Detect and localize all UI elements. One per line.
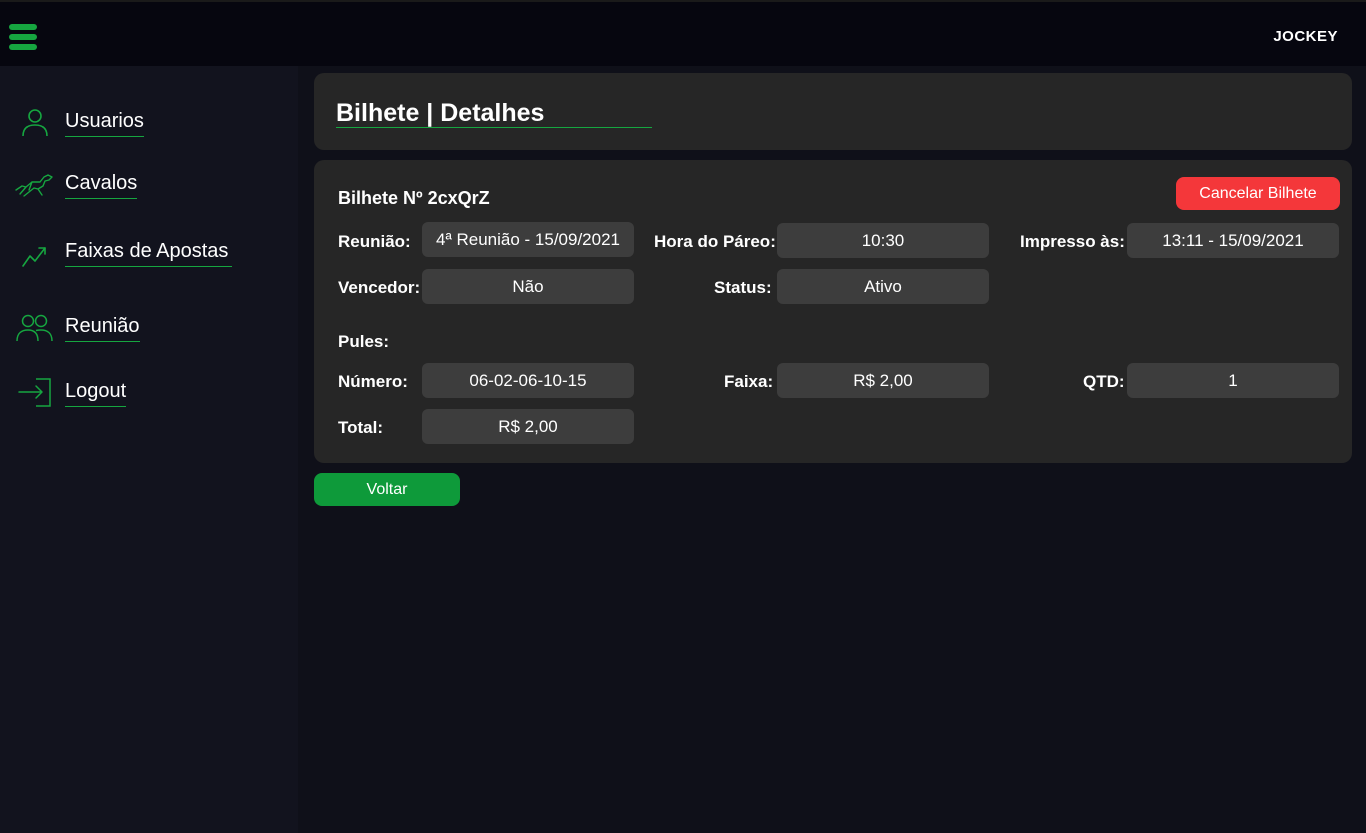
back-button[interactable]: Voltar [314, 473, 460, 506]
qtd-label: QTD: [1083, 372, 1125, 391]
status-value: Ativo [777, 269, 989, 304]
reuniao-label: Reunião: [338, 232, 411, 251]
hamburger-menu-icon[interactable] [9, 24, 37, 52]
sidebar-item-label: Faixas de Apostas [65, 240, 233, 267]
page-header-card: Bilhete | Detalhes [314, 73, 1352, 150]
faixa-value: R$ 2,00 [777, 363, 989, 398]
numero-value: 06-02-06-10-15 [422, 363, 634, 398]
status-label: Status: [714, 278, 772, 297]
page-title: Bilhete | Detalhes [336, 99, 545, 127]
title-underline [336, 127, 652, 128]
total-label: Total: [338, 418, 384, 437]
vencedor-value: Não [422, 269, 634, 304]
qtd-value: 1 [1127, 363, 1339, 398]
logout-icon [14, 376, 54, 408]
trending-up-icon [14, 236, 54, 268]
reuniao-value: 4ª Reunião - 15/09/2021 [422, 222, 634, 257]
sidebar-item-faixas-de-apostas[interactable]: Faixas de Apostas [0, 232, 298, 272]
sidebar-item-cavalos[interactable]: Cavalos [0, 164, 298, 204]
pules-label: Pules: [338, 332, 390, 351]
sidebar-item-label: Cavalos [65, 172, 138, 199]
sidebar-item-label: Reunião [65, 315, 140, 342]
faixa-label: Faixa: [724, 372, 774, 391]
cancel-ticket-button[interactable]: Cancelar Bilhete [1176, 177, 1340, 210]
sidebar-item-label: Usuarios [65, 110, 144, 137]
users-icon [14, 311, 54, 343]
ticket-number: Bilhete Nº 2cxQrZ [338, 188, 490, 208]
ticket-details-card: Bilhete Nº 2cxQrZ Cancelar Bilhete Reuni… [314, 160, 1352, 463]
brand-name: JOCKEY [1273, 28, 1338, 45]
hora-do-pareo-label: Hora do Páreo: [654, 232, 776, 251]
sidebar: Usuarios Cavalos Faixas de Apostas Reuni… [0, 66, 298, 833]
hora-do-pareo-value: 10:30 [777, 223, 989, 258]
vencedor-label: Vencedor: [338, 278, 421, 297]
sidebar-item-usuarios[interactable]: Usuarios [0, 102, 298, 142]
sidebar-item-reuniao[interactable]: Reunião [0, 307, 298, 347]
total-value: R$ 2,00 [422, 409, 634, 444]
top-bar: JOCKEY [0, 0, 1366, 66]
numero-label: Número: [338, 372, 408, 391]
sidebar-item-label: Logout [65, 380, 127, 407]
user-icon [14, 106, 54, 138]
horse-icon [14, 168, 54, 200]
sidebar-item-logout[interactable]: Logout [0, 372, 298, 412]
impresso-label: Impresso às: [1020, 232, 1125, 251]
impresso-value: 13:11 - 15/09/2021 [1127, 223, 1339, 258]
